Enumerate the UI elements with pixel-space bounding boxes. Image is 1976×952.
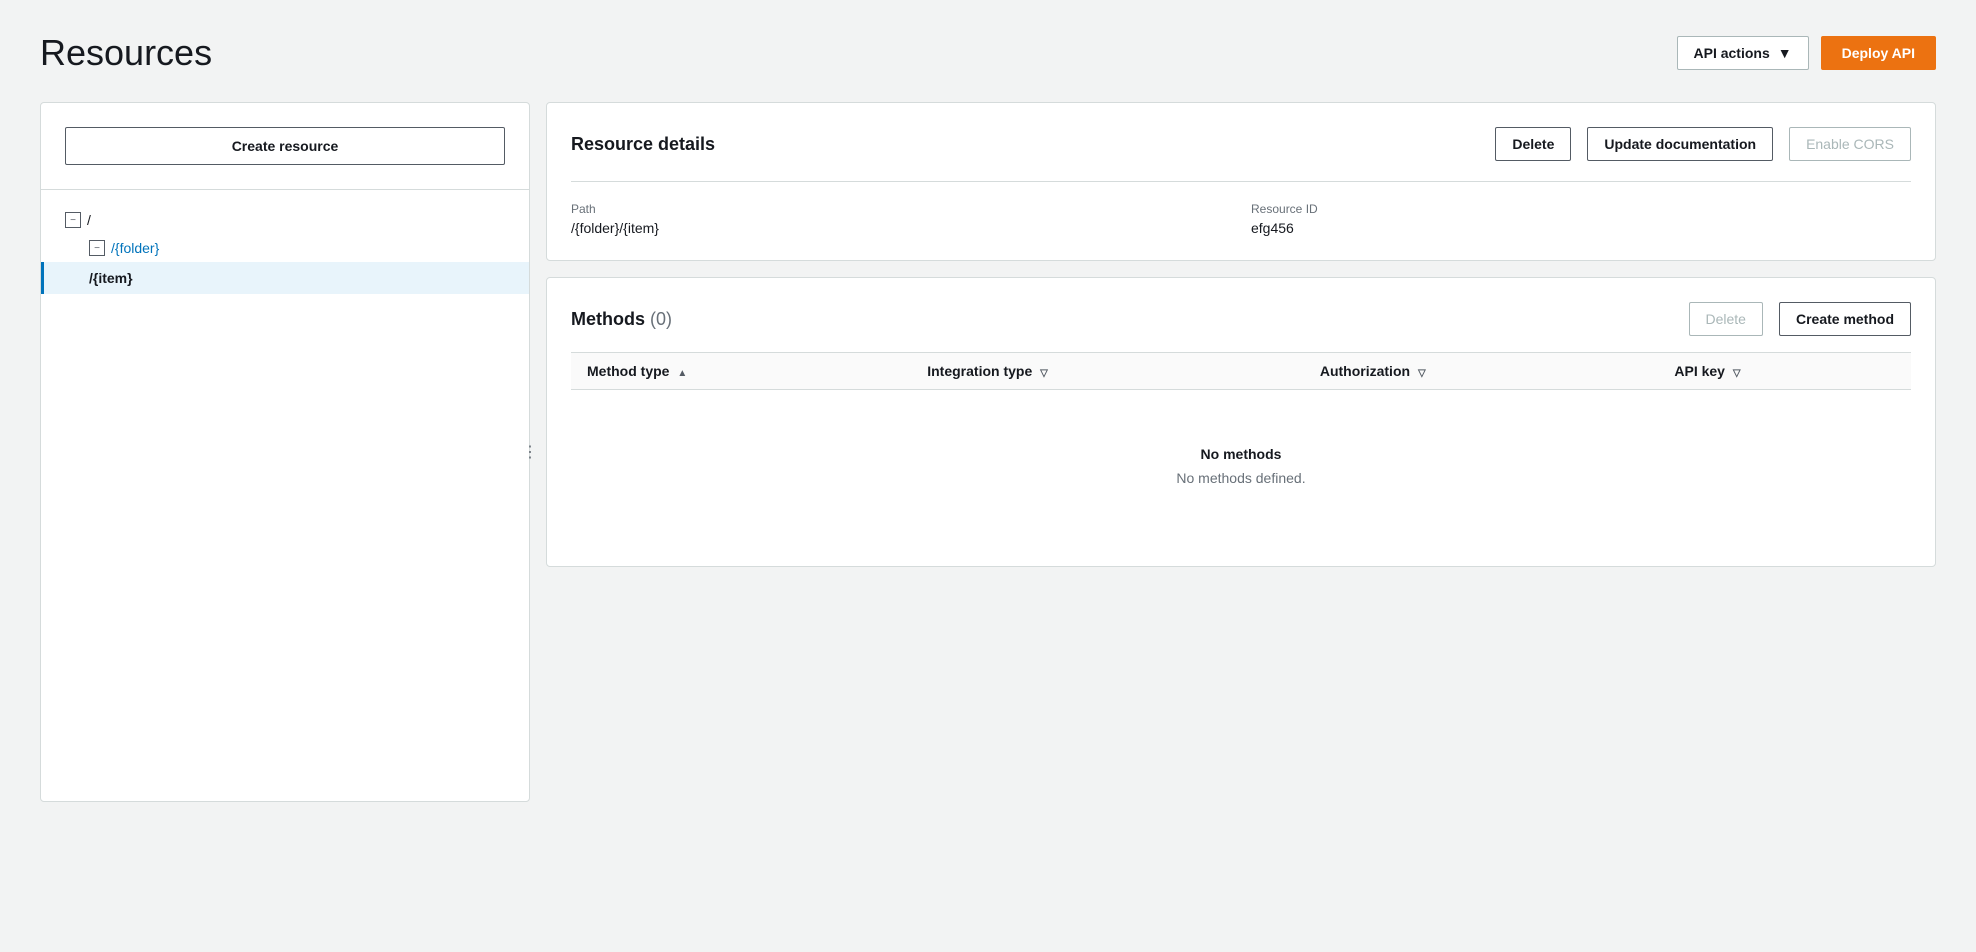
empty-state: No methods No methods defined. xyxy=(587,414,1895,518)
methods-count: (0) xyxy=(650,309,672,329)
empty-title: No methods xyxy=(619,446,1863,462)
methods-table-header-row: Method type ▲ Integration type ▽ Authori… xyxy=(571,353,1911,390)
resource-details-grid: Path /{folder}/{item} Resource ID efg456 xyxy=(571,181,1911,236)
methods-table: Method type ▲ Integration type ▽ Authori… xyxy=(571,352,1911,542)
resource-id-value: efg456 xyxy=(1251,220,1911,236)
methods-card: Methods (0) Delete Create method Me xyxy=(546,277,1936,567)
create-method-button[interactable]: Create method xyxy=(1779,302,1911,336)
resource-details-title: Resource details xyxy=(571,134,1479,155)
col-integration-type[interactable]: Integration type ▽ xyxy=(911,353,1304,390)
resource-details-header: Resource details Delete Update documenta… xyxy=(571,127,1911,161)
resource-details-card: Resource details Delete Update documenta… xyxy=(546,102,1936,261)
collapse-folder-icon: − xyxy=(89,240,105,256)
divider xyxy=(41,189,529,190)
deploy-api-button[interactable]: Deploy API xyxy=(1821,36,1936,70)
path-label: Path xyxy=(571,202,1231,216)
tree-item-selected-label: /{item} xyxy=(89,270,133,286)
collapse-icon: − xyxy=(65,212,81,228)
left-panel: Create resource − / − xyxy=(40,102,530,802)
api-actions-label: API actions xyxy=(1694,45,1770,61)
resource-tree: − / − /{folder} xyxy=(41,206,529,262)
methods-empty-row: No methods No methods defined. xyxy=(571,390,1911,543)
methods-title: Methods (0) xyxy=(571,309,1673,330)
path-value: /{folder}/{item} xyxy=(571,220,1231,236)
header-actions: API actions ▼ Deploy API xyxy=(1677,36,1937,70)
update-documentation-button[interactable]: Update documentation xyxy=(1587,127,1773,161)
api-actions-button[interactable]: API actions ▼ xyxy=(1677,36,1809,70)
tree-folder-label: /{folder} xyxy=(111,240,159,256)
deploy-api-label: Deploy API xyxy=(1842,45,1915,61)
delete-method-button[interactable]: Delete xyxy=(1689,302,1763,336)
resource-id-label: Resource ID xyxy=(1251,202,1911,216)
right-panel: Resource details Delete Update documenta… xyxy=(546,102,1936,802)
chevron-down-icon: ▼ xyxy=(1778,45,1792,61)
path-detail: Path /{folder}/{item} xyxy=(571,202,1231,236)
resize-handle[interactable]: ⋮ xyxy=(525,432,533,472)
tree-item-root[interactable]: − / xyxy=(65,206,529,234)
sort-asc-icon: ▲ xyxy=(677,368,687,379)
col-authorization[interactable]: Authorization ▽ xyxy=(1304,353,1659,390)
sort-desc-icon-apikey: ▽ xyxy=(1733,368,1741,379)
col-api-key[interactable]: API key ▽ xyxy=(1658,353,1911,390)
sort-desc-icon-auth: ▽ xyxy=(1418,368,1426,379)
enable-cors-button[interactable]: Enable CORS xyxy=(1789,127,1911,161)
delete-resource-button[interactable]: Delete xyxy=(1495,127,1571,161)
page-header: Resources API actions ▼ Deploy API xyxy=(40,32,1936,74)
tree-root-label: / xyxy=(87,212,91,228)
col-method-type[interactable]: Method type ▲ xyxy=(571,353,911,390)
tree-item-item-selected[interactable]: /{item} xyxy=(41,262,529,294)
tree-item-folder[interactable]: − /{folder} xyxy=(89,234,529,262)
resource-id-detail: Resource ID efg456 xyxy=(1251,202,1911,236)
create-resource-button[interactable]: Create resource xyxy=(65,127,505,165)
empty-desc: No methods defined. xyxy=(619,470,1863,486)
main-layout: Create resource − / − xyxy=(40,102,1936,802)
sort-desc-icon-integration: ▽ xyxy=(1040,368,1048,379)
page-title: Resources xyxy=(40,32,212,74)
create-resource-label: Create resource xyxy=(232,138,339,154)
methods-header: Methods (0) Delete Create method xyxy=(571,302,1911,336)
